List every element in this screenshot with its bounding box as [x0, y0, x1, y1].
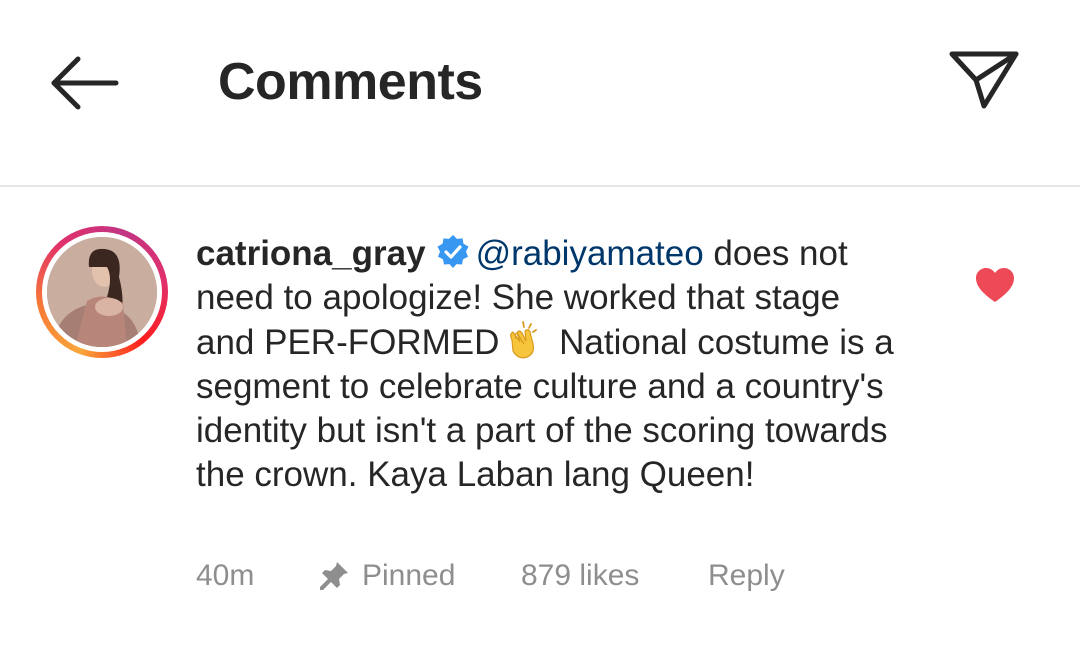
page-title: Comments — [218, 53, 483, 111]
arrow-left-icon — [51, 56, 119, 110]
avatar-photo — [47, 237, 157, 347]
comment-time: 40m — [196, 559, 255, 592]
pin-icon — [318, 560, 350, 592]
verified-badge-icon — [437, 235, 469, 268]
back-button[interactable] — [44, 50, 124, 116]
likes-count[interactable]: 879 likes — [521, 558, 639, 594]
share-button[interactable] — [944, 44, 1024, 116]
mention-link[interactable]: @rabiyamateo — [476, 234, 704, 273]
comment-item: catriona_gray @rabiyamateo does not need… — [0, 188, 1080, 654]
like-button[interactable] — [974, 266, 1016, 304]
comment-username[interactable]: catriona_gray — [196, 234, 426, 273]
clapping-hands-icon — [510, 321, 538, 359]
comments-header: Comments — [0, 0, 1080, 187]
pinned-label: Pinned — [362, 559, 456, 592]
send-icon — [949, 51, 1019, 109]
comment-text: catriona_gray @rabiyamateo does not need… — [196, 232, 896, 497]
reply-button[interactable]: Reply — [708, 558, 785, 594]
heart-icon — [976, 268, 1014, 302]
avatar[interactable] — [36, 226, 168, 358]
